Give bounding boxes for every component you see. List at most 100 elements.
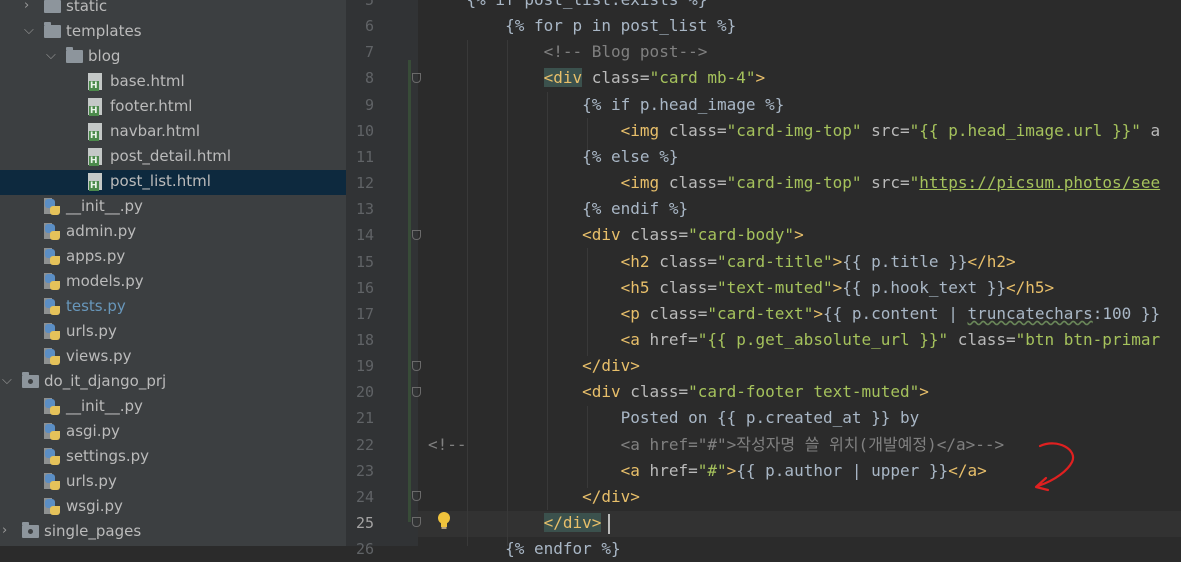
code-line[interactable]: <!-- Blog post-->	[428, 39, 708, 65]
code-line[interactable]: <div class="card-footer text-muted">	[428, 379, 929, 405]
code-token: {% else %}	[428, 146, 679, 166]
code-token: <h2	[620, 251, 650, 271]
code-token: >	[813, 303, 823, 323]
code-line[interactable]: {% endfor %}	[428, 536, 621, 562]
code-line[interactable]: {% else %}	[428, 144, 678, 170]
code-token: {{ p.title }}	[842, 251, 968, 271]
fold-marker-icon[interactable]	[412, 491, 421, 501]
code-line[interactable]: <h2 class="card-title">{{ p.title }}</h2…	[428, 249, 1016, 275]
project-tree-item[interactable]: urls.py	[0, 470, 346, 495]
code-token: <a	[620, 329, 640, 349]
code-line[interactable]: <p class="card-text">{{ p.content | trun…	[428, 301, 1160, 327]
fold-marker-icon[interactable]	[412, 387, 421, 397]
project-tree-item[interactable]: __init__.py	[0, 195, 346, 220]
chevron-down-icon[interactable]: ⌵	[24, 23, 34, 38]
chevron-right-icon[interactable]: ›	[2, 523, 7, 538]
code-line[interactable]: {% if post_list.exists %}	[428, 0, 708, 13]
project-tree-item-label: do_it_django_prj	[44, 372, 167, 390]
code-line[interactable]: </div>	[428, 484, 640, 510]
code-token: "card-title"	[717, 251, 833, 271]
code-token: </h5>	[1006, 277, 1055, 297]
chevron-right-icon[interactable]: ›	[24, 0, 29, 13]
code-line[interactable]: <div class="card-body">	[428, 222, 804, 248]
code-token: "card-text"	[707, 303, 814, 323]
lightbulb-icon[interactable]	[437, 512, 451, 535]
code-line[interactable]: <h5 class="text-muted">{{ p.hook_text }}…	[428, 275, 1055, 301]
code-token: {{ p.content |	[822, 303, 968, 323]
code-token: "#"	[697, 460, 727, 480]
project-tree-item[interactable]: settings.py	[0, 445, 346, 470]
vcs-change-bar[interactable]	[408, 60, 411, 522]
code-token: class=	[620, 382, 689, 402]
fold-marker-icon[interactable]	[412, 73, 421, 83]
project-tree-item-label: wsgi.py	[66, 497, 123, 515]
code-token: src=	[861, 173, 910, 193]
project-tree-item-label: __init__.py	[66, 397, 143, 415]
code-line[interactable]: {% if p.head_image %}	[428, 92, 784, 118]
code-token: :100 }}	[1092, 303, 1161, 323]
code-line[interactable]: {% endif %}	[428, 196, 688, 222]
code-line[interactable]: Posted on {{ p.created_at }} by	[428, 405, 920, 431]
code-line[interactable]: <!-- <a href="#">작성자명 쓸 위치(개발예정)</a>-->	[428, 432, 1004, 458]
project-tree-item-label: navbar.html	[110, 122, 201, 140]
project-tree-item[interactable]: ⌵ templates	[0, 20, 346, 45]
code-line[interactable]: {% for p in post_list %}	[428, 13, 736, 39]
code-token: "{{ p.head_image.url }}"	[909, 120, 1141, 140]
project-tree-item[interactable]: › static	[0, 0, 346, 20]
code-token: class=	[582, 68, 650, 88]
code-line[interactable]: <div class="card mb-4">	[428, 65, 765, 91]
chevron-down-icon[interactable]: ⌵	[2, 373, 12, 388]
project-tree-item[interactable]: post_detail.html	[0, 145, 346, 170]
project-tree-item[interactable]: urls.py	[0, 320, 346, 345]
code-token: <div	[543, 68, 583, 88]
project-tree-item[interactable]: admin.py	[0, 220, 346, 245]
project-tree-item[interactable]: ⌵ do_it_django_prj	[0, 370, 346, 395]
code-token: class=	[649, 277, 717, 297]
project-tree-item[interactable]: › single_pages	[0, 520, 346, 545]
line-number: 12	[355, 174, 374, 193]
code-line[interactable]: </div>	[428, 353, 640, 379]
line-number: 7	[364, 43, 374, 62]
code-line[interactable]: </div>	[428, 510, 602, 536]
code-token: class=	[649, 251, 717, 271]
project-tree-item[interactable]: base.html	[0, 70, 346, 95]
code-line[interactable]: <a href="#">{{ p.author | upper }}</a>	[428, 458, 987, 484]
project-tree-item[interactable]: __init__.py	[0, 395, 346, 420]
project-tree-item[interactable]: post_list.html	[0, 170, 346, 195]
code-token: <!-- Blog post-->	[428, 42, 708, 62]
project-tree-item[interactable]: footer.html	[0, 95, 346, 120]
code-token: "	[909, 173, 920, 193]
code-token: a	[1140, 120, 1161, 140]
code-token: >	[832, 277, 843, 297]
project-tree-item[interactable]: tests.py	[0, 295, 346, 320]
code-token: {% endfor %}	[428, 539, 621, 559]
project-tree-item[interactable]: wsgi.py	[0, 495, 346, 520]
code-line[interactable]: <img class="card-img-top" src="{{ p.head…	[428, 118, 1160, 144]
chevron-down-icon[interactable]: ⌵	[46, 48, 56, 63]
project-tree-item[interactable]: apps.py	[0, 245, 346, 270]
line-number: 5	[364, 0, 374, 9]
project-tree-item[interactable]: ⌵ blog	[0, 45, 346, 70]
code-token: <a href="#">작성자명 쓸 위치(개발예정)</a>-->	[620, 434, 1005, 454]
project-tree-item[interactable]: models.py	[0, 270, 346, 295]
python-file-icon	[44, 198, 60, 215]
html-file-icon	[88, 123, 102, 141]
project-tree-item[interactable]: asgi.py	[0, 420, 346, 445]
code-token: <img	[620, 120, 660, 140]
code-line[interactable]: <img class="card-img-top" src="https://p…	[428, 170, 1160, 196]
fold-marker-icon[interactable]	[412, 517, 421, 527]
project-tree-item-label: footer.html	[110, 97, 193, 115]
fold-marker-icon[interactable]	[412, 230, 421, 240]
project-tree-item[interactable]: views.py	[0, 345, 346, 370]
project-tree-item[interactable]: navbar.html	[0, 120, 346, 145]
code-token: truncatechars	[967, 303, 1093, 323]
code-token: "{{ p.get_absolute_url }}"	[697, 329, 949, 349]
fold-marker-icon[interactable]	[412, 361, 421, 371]
code-line[interactable]: <a href="{{ p.get_absolute_url }}" class…	[428, 327, 1160, 353]
code-token: </a>	[948, 460, 987, 480]
